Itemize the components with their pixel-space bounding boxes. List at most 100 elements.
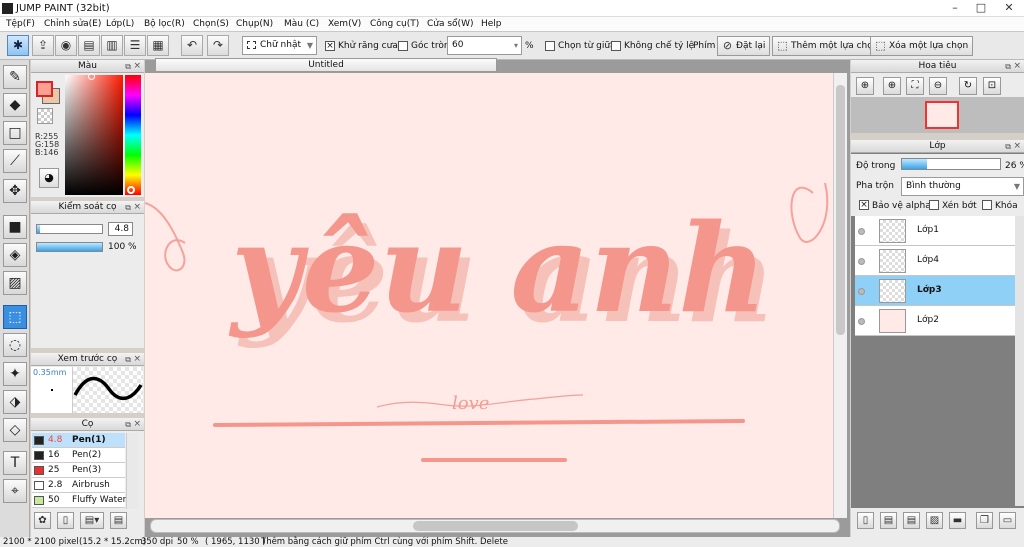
layer-row[interactable]: Lớp1 [855,216,1015,246]
export-icon[interactable]: ⇪ [32,35,54,56]
brush-item[interactable]: 25 Pen(3) [32,463,125,478]
brush-icon[interactable]: ✎ [3,65,27,89]
brush-item[interactable]: 2.8 Airbrush [32,478,125,493]
main-color-swatch[interactable] [36,81,53,97]
maximize-button[interactable]: □ [968,0,994,16]
color-field[interactable] [65,75,123,195]
ratio-checkbox[interactable] [611,41,621,51]
hue-slider[interactable] [125,75,141,195]
select-eraser-icon[interactable]: ◇ [3,418,27,442]
popout-icon[interactable]: ⧉ [1005,61,1011,73]
blend-mode-select[interactable]: Bình thường ▼ [901,177,1024,196]
transparent-swatch[interactable] [37,108,53,124]
new-layer-icon[interactable]: ▯ [857,512,874,529]
palette-icon[interactable]: ◕ [39,168,59,188]
brush-size-slider[interactable] [36,224,103,234]
brush-size-value[interactable]: 4.8 [108,222,133,236]
rect-select-icon[interactable]: ⬚ [3,305,27,329]
menu-window[interactable]: Cửa sổ(W) [427,19,473,29]
round-corner-checkbox[interactable] [398,41,408,51]
new-brush-icon[interactable]: ▯ [57,512,74,529]
gear-icon[interactable]: ✱ [7,35,29,56]
clip-checkbox[interactable] [929,200,939,210]
magic-wand-icon[interactable]: ✦ [3,362,27,386]
eraser-icon[interactable]: ◆ [3,93,27,117]
brush-list-scrollbar[interactable] [126,433,138,509]
operation-icon[interactable]: ⌖ [3,479,27,503]
center-checkbox[interactable] [545,41,555,51]
undo-icon[interactable]: ↶ [181,35,203,56]
eye-icon[interactable] [858,228,865,235]
antialias-checkbox[interactable]: × [325,41,335,51]
zoom-out-icon[interactable]: ⊖ [929,77,947,95]
popout-icon[interactable]: ⧉ [125,61,131,73]
redo-icon[interactable]: ↷ [207,35,229,56]
line-icon[interactable]: ⟋ [3,149,27,173]
close-icon[interactable]: × [133,201,141,213]
list-icon[interactable]: ☰ [124,35,146,56]
zoom-fit-icon[interactable]: ⊕ [856,77,874,95]
close-icon[interactable]: × [1013,140,1021,152]
brush-menu-icon[interactable]: ▤▾ [80,512,104,529]
lock-checkbox[interactable] [982,200,992,210]
menu-layer[interactable]: Lớp(L) [106,19,134,29]
drawing-canvas[interactable]: yêu anh yêu anh love [145,73,833,518]
brush-settings-icon[interactable]: ✿ [34,512,51,529]
select-pen-icon[interactable]: ⬗ [3,390,27,414]
layer-menu-icon[interactable]: ▤ [903,512,920,529]
close-icon[interactable]: × [1013,60,1021,72]
menu-select[interactable]: Chọn(S) [193,19,229,29]
protect-alpha-checkbox[interactable]: × [859,200,869,210]
popout-icon[interactable]: ⧉ [125,419,131,431]
actual-size-icon[interactable]: ⛶ [906,77,924,95]
brush-item[interactable]: 50 Fluffy Watercolor [32,493,126,508]
close-button[interactable]: ✕ [996,0,1022,16]
remove-selection-button[interactable]: ⬚ Xóa một lựa chọn [870,36,974,56]
brush-item[interactable]: 16 Pen(2) [32,448,125,463]
menu-file[interactable]: Tệp(F) [6,19,35,29]
layer-opacity-slider[interactable] [901,158,1001,170]
close-icon[interactable]: × [133,418,141,430]
popout-icon[interactable]: ⧉ [125,354,131,366]
fill-rect-icon[interactable]: ■ [3,215,27,239]
add-selection-button[interactable]: ⬚ Thêm một lựa chọn [772,36,884,56]
popout-icon[interactable]: ⧉ [125,202,131,214]
vertical-scrollbar[interactable] [833,73,847,518]
lasso-icon[interactable]: ◌ [3,333,27,357]
menu-filter[interactable]: Bộ lọc(R) [144,19,185,29]
layer-row[interactable]: Lớp3 [855,276,1015,306]
document-tab[interactable]: Untitled [155,58,497,72]
vertical-scroll-thumb[interactable] [836,85,845,335]
flip-icon[interactable]: ⊡ [983,77,1001,95]
color-picker-cursor[interactable] [88,73,95,80]
menu-view[interactable]: Xem(V) [328,19,361,29]
bucket-icon[interactable]: ◈ [3,243,27,267]
document-icon[interactable]: ▥ [101,35,123,56]
brush-copy-icon[interactable]: ▤ [110,512,127,529]
shape-select[interactable]: Chữ nhật ▼ [242,36,317,55]
merge-icon[interactable]: ▭ [999,512,1016,529]
brush-item[interactable]: 4.8 Pen(1) [32,433,125,448]
rotate-icon[interactable]: ↻ [959,77,977,95]
eye-icon[interactable] [858,288,865,295]
layer-row[interactable]: Lớp2 [855,306,1015,336]
menu-help[interactable]: Help [481,19,502,29]
round-value-field[interactable]: 60 ▾ [447,36,522,55]
folder-icon[interactable]: ▬ [949,512,966,529]
close-icon[interactable]: × [133,353,141,365]
menu-color[interactable]: Màu (C) [284,19,319,29]
text-icon[interactable]: T [3,451,27,475]
horizontal-scroll-thumb[interactable] [413,521,578,531]
hue-handle[interactable] [127,186,135,194]
reset-button[interactable]: ⊘ Đặt lại [717,36,771,56]
menu-edit[interactable]: Chỉnh sửa(E) [44,19,101,29]
horizontal-scrollbar[interactable] [150,519,840,533]
move-icon[interactable]: ✥ [3,179,27,203]
halftone-icon[interactable]: ▨ [926,512,943,529]
speech-icon[interactable]: ◉ [55,35,77,56]
layer-row[interactable]: Lớp4 [855,246,1015,276]
eye-icon[interactable] [858,258,865,265]
close-icon[interactable]: × [133,60,141,72]
gradient-icon[interactable]: ▨ [3,271,27,295]
menu-capture[interactable]: Chụp(N) [236,19,273,29]
